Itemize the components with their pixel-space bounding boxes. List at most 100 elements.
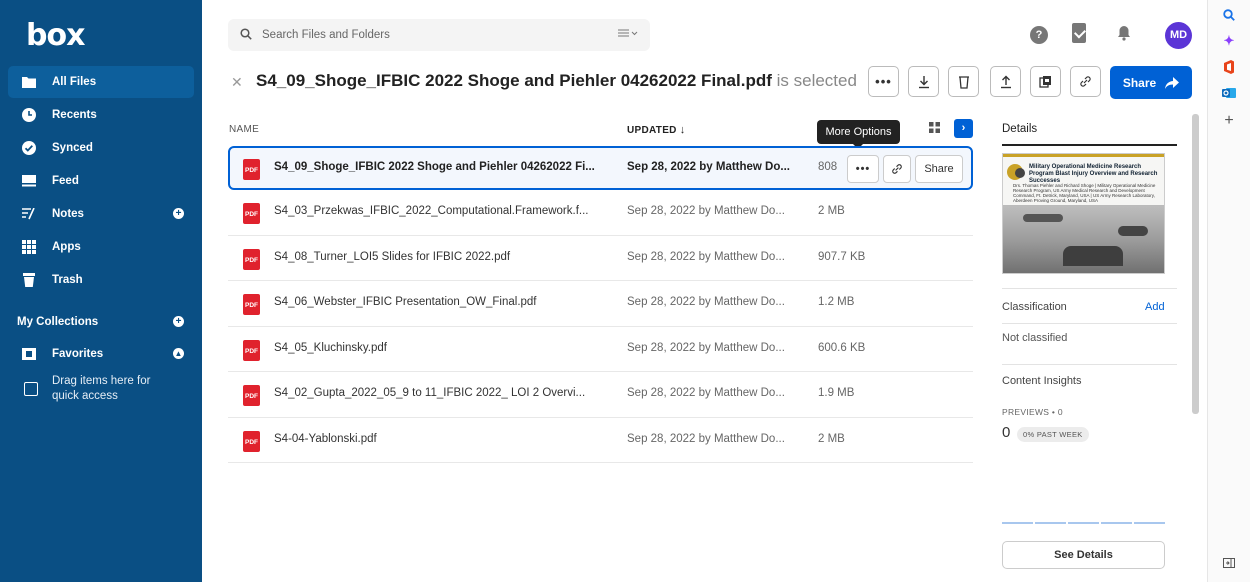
file-updated: Sep 28, 2022 by Matthew Do... <box>627 432 785 445</box>
file-name[interactable]: S4_05_Kluchinsky.pdf <box>274 342 387 354</box>
search-filter-icon[interactable] <box>618 28 638 41</box>
add-classification-link[interactable]: Add <box>1145 301 1165 313</box>
copilot-sparkle-icon[interactable]: ✦ <box>1222 33 1236 48</box>
office-icon[interactable] <box>1222 60 1236 74</box>
drag-hint-text: Drag items here for quick access <box>52 375 151 402</box>
insight-bar <box>1068 522 1099 524</box>
table-row[interactable]: PDF S4_02_Gupta_2022_05_9 to 11_IFBIC 20… <box>228 372 973 418</box>
sidebar-item-trash[interactable]: Trash <box>8 264 194 296</box>
ellipsis-icon: ••• <box>855 163 871 175</box>
past-week-badge: 0% PAST WEEK <box>1017 427 1089 442</box>
helicopter-shape <box>1023 214 1063 222</box>
seal-icon <box>1015 168 1025 178</box>
sidebar-item-favorites[interactable]: Favorites ▲ <box>8 338 194 370</box>
column-header-updated-label: UPDATED <box>627 125 677 136</box>
file-size: 600.6 KB <box>818 341 866 354</box>
file-name[interactable]: S4_06_Webster_IFBIC Presentation_OW_Fina… <box>274 296 537 308</box>
column-header-updated[interactable]: UPDATED ↓ <box>627 124 686 136</box>
copy-link-button[interactable] <box>1070 66 1101 97</box>
search-icon[interactable] <box>1222 8 1236 22</box>
file-list: PDF S4_09_Shoge_IFBIC 2022 Shoge and Pie… <box>228 146 973 463</box>
row-copy-link-button[interactable] <box>883 155 911 183</box>
table-row[interactable]: PDF S4_05_Kluchinsky.pdf Sep 28, 2022 by… <box>228 327 973 372</box>
row-share-button[interactable]: Share <box>915 155 963 183</box>
sidebar-item-feed[interactable]: Feed <box>8 165 194 197</box>
search-bar[interactable]: Search Files and Folders <box>228 19 650 51</box>
table-row[interactable]: PDF S4_09_Shoge_IFBIC 2022 Shoge and Pie… <box>228 146 973 190</box>
add-collection-icon[interactable]: + <box>173 316 184 327</box>
thumbnail-accent-strip <box>1003 154 1164 157</box>
selected-file-title: S4_09_Shoge_IFBIC 2022 Shoge and Piehler… <box>256 71 857 91</box>
divider <box>1002 288 1177 289</box>
file-size: 2 MB <box>818 432 845 445</box>
row-more-options-button[interactable]: ••• <box>847 155 879 183</box>
scrollbar-thumb[interactable] <box>1192 114 1199 414</box>
grid-view-icon[interactable] <box>929 122 940 136</box>
upload-button[interactable] <box>990 66 1021 97</box>
pdf-file-icon: PDF <box>243 159 260 180</box>
file-name[interactable]: S4_09_Shoge_IFBIC 2022 Shoge and Piehler… <box>274 161 595 173</box>
file-name[interactable]: S4-04-Yablonski.pdf <box>274 433 377 445</box>
clear-selection-close-icon[interactable]: ✕ <box>231 74 243 91</box>
see-details-button[interactable]: See Details <box>1002 541 1165 569</box>
sidebar-toggle-icon[interactable] <box>1222 556 1236 570</box>
help-icon[interactable]: ? <box>1030 26 1048 44</box>
user-avatar[interactable]: MD <box>1165 22 1192 49</box>
insights-bars <box>1002 522 1165 524</box>
toggle-sidebar-chevron-icon[interactable]: › <box>954 119 973 138</box>
sidebar-item-recents[interactable]: Recents <box>8 99 194 131</box>
sidebar-item-synced[interactable]: Synced <box>8 132 194 164</box>
drop-target-icon <box>24 382 38 396</box>
favorites-icon <box>22 347 36 361</box>
content-insights-label: Content Insights <box>1002 375 1082 387</box>
sidebar-item-label: Notes <box>52 208 84 220</box>
table-row[interactable]: PDF S4_06_Webster_IFBIC Presentation_OW_… <box>228 281 973 327</box>
sidebar-item-apps[interactable]: Apps <box>8 231 194 263</box>
classification-value: Not classified <box>1002 332 1068 344</box>
pdf-file-icon: PDF <box>243 294 260 315</box>
pdf-file-icon: PDF <box>243 203 260 224</box>
file-name[interactable]: S4_02_Gupta_2022_05_9 to 11_IFBIC 2022_ … <box>274 387 585 399</box>
sidebar-item-notes[interactable]: Notes + <box>8 198 194 230</box>
outlook-icon[interactable] <box>1222 86 1236 100</box>
file-size: 907.7 KB <box>818 250 866 263</box>
previews-label: PREVIEWS • 0 <box>1002 407 1063 417</box>
details-tab[interactable]: Details <box>1002 123 1037 135</box>
divider <box>1002 323 1177 324</box>
share-button[interactable]: Share <box>1110 66 1192 99</box>
details-scrollbar[interactable] <box>1192 114 1199 414</box>
add-note-icon[interactable]: + <box>173 208 184 219</box>
insight-bar <box>1035 522 1066 524</box>
tasks-clipboard-icon[interactable] <box>1072 23 1086 43</box>
trash-button[interactable] <box>948 66 979 97</box>
table-row[interactable]: PDF S4-04-Yablonski.pdf Sep 28, 2022 by … <box>228 418 973 463</box>
file-name[interactable]: S4_08_Turner_LOI5 Slides for IFBIC 2022.… <box>274 251 510 263</box>
search-input[interactable]: Search Files and Folders <box>262 29 390 41</box>
sidebar-item-label: All Files <box>52 76 97 88</box>
file-updated: Sep 28, 2022 by Matthew Do... <box>627 387 785 399</box>
file-updated: Sep 28, 2022 by Matthew Do... <box>627 341 785 354</box>
column-header-name[interactable]: NAME <box>229 124 259 135</box>
pdf-file-icon: PDF <box>243 430 260 452</box>
sidebar-item-all-files[interactable]: All Files <box>8 66 194 98</box>
collapse-chevron-icon[interactable]: ▲ <box>173 348 184 359</box>
copy-button[interactable] <box>1030 66 1061 97</box>
file-preview-thumbnail[interactable]: Military Operational Medicine Research P… <box>1002 153 1165 274</box>
add-plus-icon[interactable]: + <box>1222 112 1236 129</box>
table-row[interactable]: PDF S4_03_Przekwas_IFBIC_2022_Computatio… <box>228 190 973 236</box>
selection-suffix: is selected <box>776 71 857 90</box>
pdf-file-icon: PDF <box>243 385 260 406</box>
box-logo[interactable]: box <box>26 18 85 53</box>
more-options-button[interactable]: ••• <box>868 66 899 97</box>
trash-icon <box>22 273 36 287</box>
notifications-bell-icon[interactable] <box>1117 25 1131 46</box>
insight-bar <box>1134 522 1165 524</box>
drag-drop-area[interactable]: Drag items here for quick access <box>8 374 194 404</box>
link-icon <box>892 164 902 174</box>
insight-bar <box>1002 522 1033 524</box>
my-collections-header[interactable]: My Collections + <box>8 306 194 338</box>
download-button[interactable] <box>908 66 939 97</box>
table-row[interactable]: PDF S4_08_Turner_LOI5 Slides for IFBIC 2… <box>228 236 973 281</box>
ground-figure-shape <box>1063 246 1123 266</box>
file-name[interactable]: S4_03_Przekwas_IFBIC_2022_Computational.… <box>274 205 589 217</box>
